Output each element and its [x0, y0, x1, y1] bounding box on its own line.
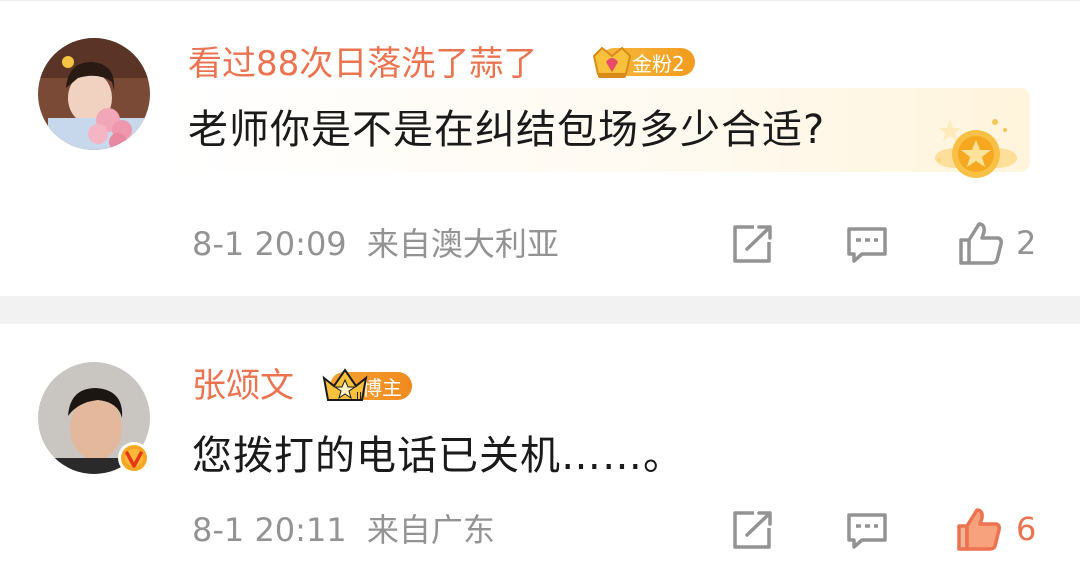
avatar-image: [38, 38, 150, 150]
avatar[interactable]: [38, 362, 150, 474]
share-icon: [733, 511, 772, 549]
comment-divider: [0, 296, 1080, 324]
share-icon: [733, 225, 772, 263]
gold-fan-crown-icon: [592, 46, 632, 78]
fan-level-badge[interactable]: 金粉2: [592, 45, 695, 79]
thumbs-up-icon: [959, 222, 1003, 265]
comment-meta: 8-1 20:11 来自广东: [192, 514, 495, 546]
comment-icon: [847, 227, 887, 263]
top-divider-line: [0, 0, 1080, 1]
comment-text: 老师你是不是在纠结包场多少合适?: [188, 107, 826, 153]
timestamp: 8-1 20:11: [192, 511, 347, 549]
svg-text:II: II: [356, 391, 362, 402]
blogger-badge[interactable]: II 博主: [322, 368, 412, 403]
share-button[interactable]: [732, 510, 774, 550]
avatar[interactable]: [38, 38, 150, 150]
comment-text: 您拨打的电话已关机……。: [192, 433, 684, 479]
reply-button[interactable]: [846, 512, 888, 550]
comment-item: 张颂文 II 博主 您拨打的电话已关机……。 8-1 20:11 来自广东 6: [0, 324, 1080, 577]
location: 来自澳大利亚: [366, 225, 559, 263]
share-button[interactable]: [732, 224, 774, 264]
comment-meta: 8-1 20:09 来自澳大利亚: [192, 228, 559, 260]
location: 来自广东: [366, 511, 495, 549]
comment-icon: [847, 513, 887, 549]
username[interactable]: 看过88次日落洗了蒜了: [188, 47, 537, 81]
blogger-crown-icon: II: [322, 368, 368, 402]
comment-item: 看过88次日落洗了蒜了 金粉2 老师你是不是在纠结包场多少合适? 8-1 20:…: [0, 0, 1080, 296]
like-count: 2: [1016, 224, 1037, 262]
like-button[interactable]: 6: [956, 506, 1036, 552]
reply-button[interactable]: [846, 226, 888, 264]
avatar-image: [38, 362, 150, 474]
like-count: 6: [1016, 510, 1037, 548]
username[interactable]: 张颂文: [192, 369, 294, 403]
timestamp: 8-1 20:09: [192, 225, 347, 263]
thumbs-up-liked-icon: [957, 508, 1001, 551]
comment-feed: 看过88次日落洗了蒜了 金粉2 老师你是不是在纠结包场多少合适? 8-1 20:…: [0, 0, 1080, 577]
star-medal-icon: [935, 119, 1017, 178]
like-button[interactable]: 2: [958, 220, 1036, 266]
